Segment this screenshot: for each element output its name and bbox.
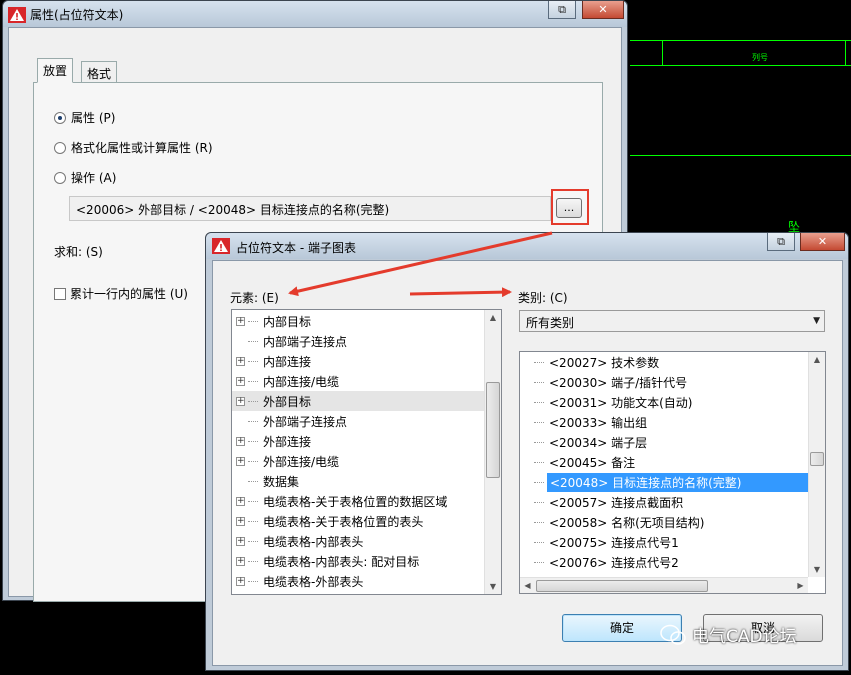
watermark-text: 电气CAD论坛	[692, 627, 797, 647]
wechat-icon	[660, 624, 686, 645]
annotation-arrow-left	[288, 231, 553, 297]
annotation-arrow-right	[409, 287, 512, 298]
tab-placement[interactable]: 放置	[37, 58, 74, 83]
tab-label: 放置	[43, 64, 68, 78]
watermark: 电气CAD论坛	[660, 622, 797, 647]
annotation-arrows	[288, 231, 553, 298]
